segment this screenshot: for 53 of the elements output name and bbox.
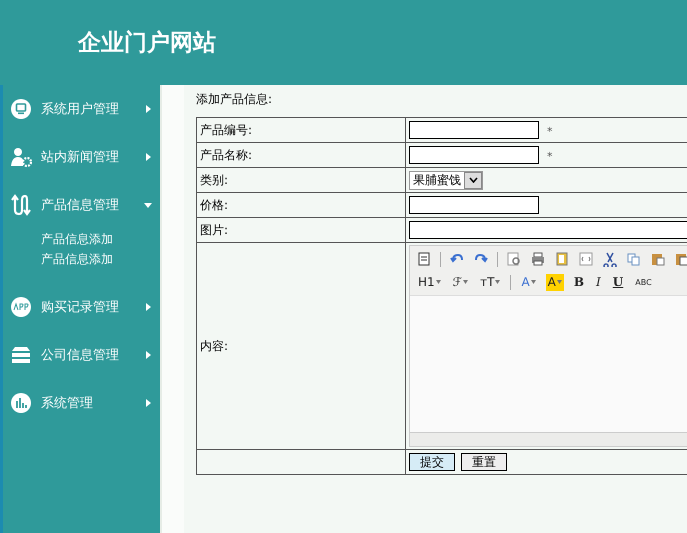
layers-icon [10,344,32,366]
format-button[interactable]: B [572,274,586,290]
preview-icon[interactable] [506,251,522,267]
sidebar-label: 系统用户管理 [41,101,120,118]
app-icon [10,296,32,318]
format-button[interactable]: H1 [416,274,443,290]
category-select[interactable]: 果脯蜜饯 [409,170,483,190]
form-heading: 添加产品信息: [196,92,272,106]
format-button[interactable]: A [546,274,564,290]
field-label: 价格: [200,198,228,212]
format-button[interactable]: A [519,274,538,290]
field-label: 类别: [200,172,228,186]
required-mark: * [547,150,552,162]
sidebar-label: 公司信息管理 [41,347,120,364]
cut-icon[interactable] [602,251,618,267]
text-field[interactable] [409,121,539,139]
field-label: 内容: [200,338,228,352]
template-icon[interactable] [554,251,570,267]
text-field[interactable] [409,146,539,164]
user-gear-icon [10,146,32,168]
caret-down-icon[interactable] [436,280,441,284]
format-button[interactable]: I [594,274,603,290]
site-title: 企业门户网站 [78,28,216,58]
bar-chart-icon [10,392,32,414]
paste-word-icon[interactable] [674,251,687,267]
rich-text-editor[interactable]: H1 ℱ тT A A B I U ABC [409,245,687,447]
submit-button[interactable]: 提交 [409,453,455,471]
sidebar-label: 购买记录管理 [41,299,120,316]
format-button[interactable]: U [610,274,626,290]
paste-icon[interactable] [416,251,432,267]
caret-down-icon[interactable] [495,280,500,284]
caret-down-icon[interactable] [463,280,468,284]
print-icon[interactable] [530,251,546,267]
format-button[interactable]: ℱ [450,274,470,290]
caret-down-icon[interactable] [530,280,536,284]
sidebar-label: 系统管理 [41,395,94,412]
paste-text-icon[interactable] [650,251,666,267]
copy-icon[interactable] [626,251,642,267]
format-button[interactable]: ABC [633,274,654,290]
monitor-icon [10,98,32,120]
sidebar-label: 产品信息管理 [41,197,120,214]
sidebar-label: 站内新闻管理 [41,149,120,166]
required-mark: * [547,124,552,138]
field-label: 产品编号: [200,122,252,136]
arrows-icon [10,194,32,216]
image-field[interactable] [409,221,687,239]
caret-down-icon[interactable] [556,280,562,284]
text-field[interactable] [409,196,539,214]
reset-button[interactable]: 重置 [461,453,507,471]
format-button[interactable]: тT [478,274,502,290]
field-label: 产品名称: [200,148,252,162]
code-icon[interactable] [578,251,594,267]
field-label: 图片: [200,222,228,236]
